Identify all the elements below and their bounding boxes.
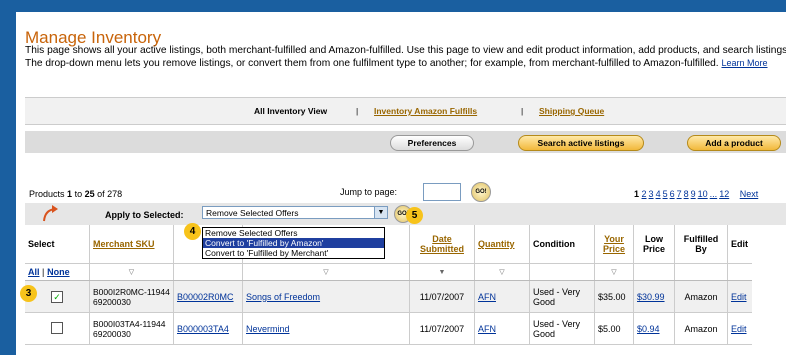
page-frame: Manage Inventory This page shows all you… [16,12,786,355]
apply-action-select[interactable]: Remove Selected Offers ▼ [202,206,388,219]
page-link[interactable]: 10 [698,189,708,199]
cell-fulfilled-by: Amazon [674,280,728,313]
page-current: 1 [634,189,640,199]
header-merchant-sku[interactable]: Merchant SKU [93,239,155,249]
page-link[interactable]: 6 [670,189,675,199]
jump-to-page-label: Jump to page: [340,187,398,197]
view-switcher: All Inventory View | Inventory Amazon Fu… [25,97,786,125]
page-link[interactable]: ... [710,189,718,199]
pagination-row: Products 1 to 25 of 278 Jump to page: GO… [25,181,786,203]
dropdown-option-remove[interactable]: Remove Selected Offers [203,228,384,238]
select-all-link[interactable]: All [28,267,40,277]
cell-asin-link[interactable]: B000003TA4 [177,324,229,334]
sort-arrow-icon[interactable]: ▽ [474,263,530,281]
cell-quantity-link[interactable]: AFN [478,324,496,334]
cell-price: $35.00 [594,280,634,313]
next-page-link[interactable]: Next [740,189,759,199]
step-badge-3: 3 [20,285,37,302]
view-shipping-queue-link[interactable]: Shipping Queue [539,106,604,116]
page-link[interactable]: 9 [691,189,696,199]
cell-quantity-link[interactable]: AFN [478,292,496,302]
chevron-down-icon: ▼ [374,207,387,218]
jump-go-button[interactable]: GO! [471,182,491,202]
cell-edit-link[interactable]: Edit [731,324,747,334]
cell-low-price-link[interactable]: $30.99 [637,292,665,302]
step-badge-4: 4 [184,223,201,240]
view-separator: | [521,106,524,116]
cell-date: 11/07/2007 [409,312,475,345]
apply-label: Apply to Selected: [105,210,184,220]
cell-price: $5.00 [594,312,634,345]
product-count: Products 1 to 25 of 278 [29,189,123,199]
page-links: 1 2 3 4 5 6 7 8 9 10... 12 Next [634,189,760,199]
page-link[interactable]: 5 [663,189,668,199]
sort-arrow-icon[interactable]: ▽ [242,263,410,281]
page-description: This page shows all your active listings… [25,45,786,70]
jump-to-page-input[interactable] [423,183,461,201]
cell-date: 11/07/2007 [409,280,475,313]
table-row: ✓ B000I2R0MC-1194469200030 B00002R0MC So… [25,280,752,313]
preferences-button[interactable]: Preferences [390,135,474,151]
step-badge-5: 5 [406,207,423,224]
cell-title-link[interactable]: Nevermind [246,324,290,334]
dropdown-option-convert-merchant[interactable]: Convert to 'Fulfilled by Merchant' [203,248,384,258]
header-low-price: Low Price [633,225,675,264]
description-text: This page shows all your active listings… [25,45,786,69]
select-none-link[interactable]: None [47,267,70,277]
cell-title-link[interactable]: Songs of Freedom [246,292,320,302]
table-row: B000I03TA4-1194469200030 B000003TA4 Neve… [25,312,752,345]
page-link[interactable]: 7 [677,189,682,199]
header-condition: Condition [529,225,595,264]
row-checkbox[interactable] [51,321,63,334]
cell-asin-link[interactable]: B00002R0MC [177,292,234,302]
header-quantity[interactable]: Quantity [478,239,515,249]
cell-sku: B000I03TA4-1194469200030 [89,312,174,345]
view-amazon-fulfills-link[interactable]: Inventory Amazon Fulfills [374,106,477,116]
cell-condition: Used - Very Good [529,280,595,313]
sort-arrow-icon[interactable]: ▽ [594,263,634,281]
sort-arrow-icon[interactable]: ▽ [89,263,174,281]
table-header-row: Select Merchant SKU Date Submitted Quant… [25,225,752,264]
cell-edit-link[interactable]: Edit [731,292,747,302]
action-toolbar: Preferences Search active listings Add a… [25,131,786,153]
add-product-button[interactable]: Add a product [687,135,781,151]
cell-sku: B000I2R0MC-1194469200030 [89,280,174,313]
row-checkbox[interactable]: ✓ [51,290,63,303]
page-link[interactable]: 4 [656,189,661,199]
page-link[interactable]: 3 [649,189,654,199]
view-all-inventory: All Inventory View [254,106,328,116]
inventory-table: Select Merchant SKU Date Submitted Quant… [25,225,752,345]
header-select: Select [25,225,90,264]
learn-more-link[interactable]: Learn More [721,58,767,68]
dropdown-option-convert-fba[interactable]: Convert to 'Fulfilled by Amazon' [203,238,384,248]
header-your-price[interactable]: Your Price [603,234,625,254]
filter-row: All | None ▽ ▽ ▼ ▽ ▽ [25,263,752,281]
cell-condition: Used - Very Good [529,312,595,345]
search-listings-button[interactable]: Search active listings [518,135,644,151]
curved-arrow-icon [43,205,58,222]
header-date-submitted[interactable]: Date Submitted [420,234,464,254]
sort-arrow-icon[interactable]: ▼ [409,263,475,281]
cell-low-price-link[interactable]: $0.94 [637,324,660,334]
apply-action-dropdown: Remove Selected Offers Convert to 'Fulfi… [202,227,385,259]
cell-fulfilled-by: Amazon [674,312,728,345]
view-separator: | [356,106,359,116]
page-link[interactable]: 8 [684,189,689,199]
header-fulfilled-by: Fulfilled By [674,225,728,264]
page-link[interactable]: 12 [719,189,729,199]
header-edit: Edit [727,225,752,264]
page-link[interactable]: 2 [642,189,647,199]
